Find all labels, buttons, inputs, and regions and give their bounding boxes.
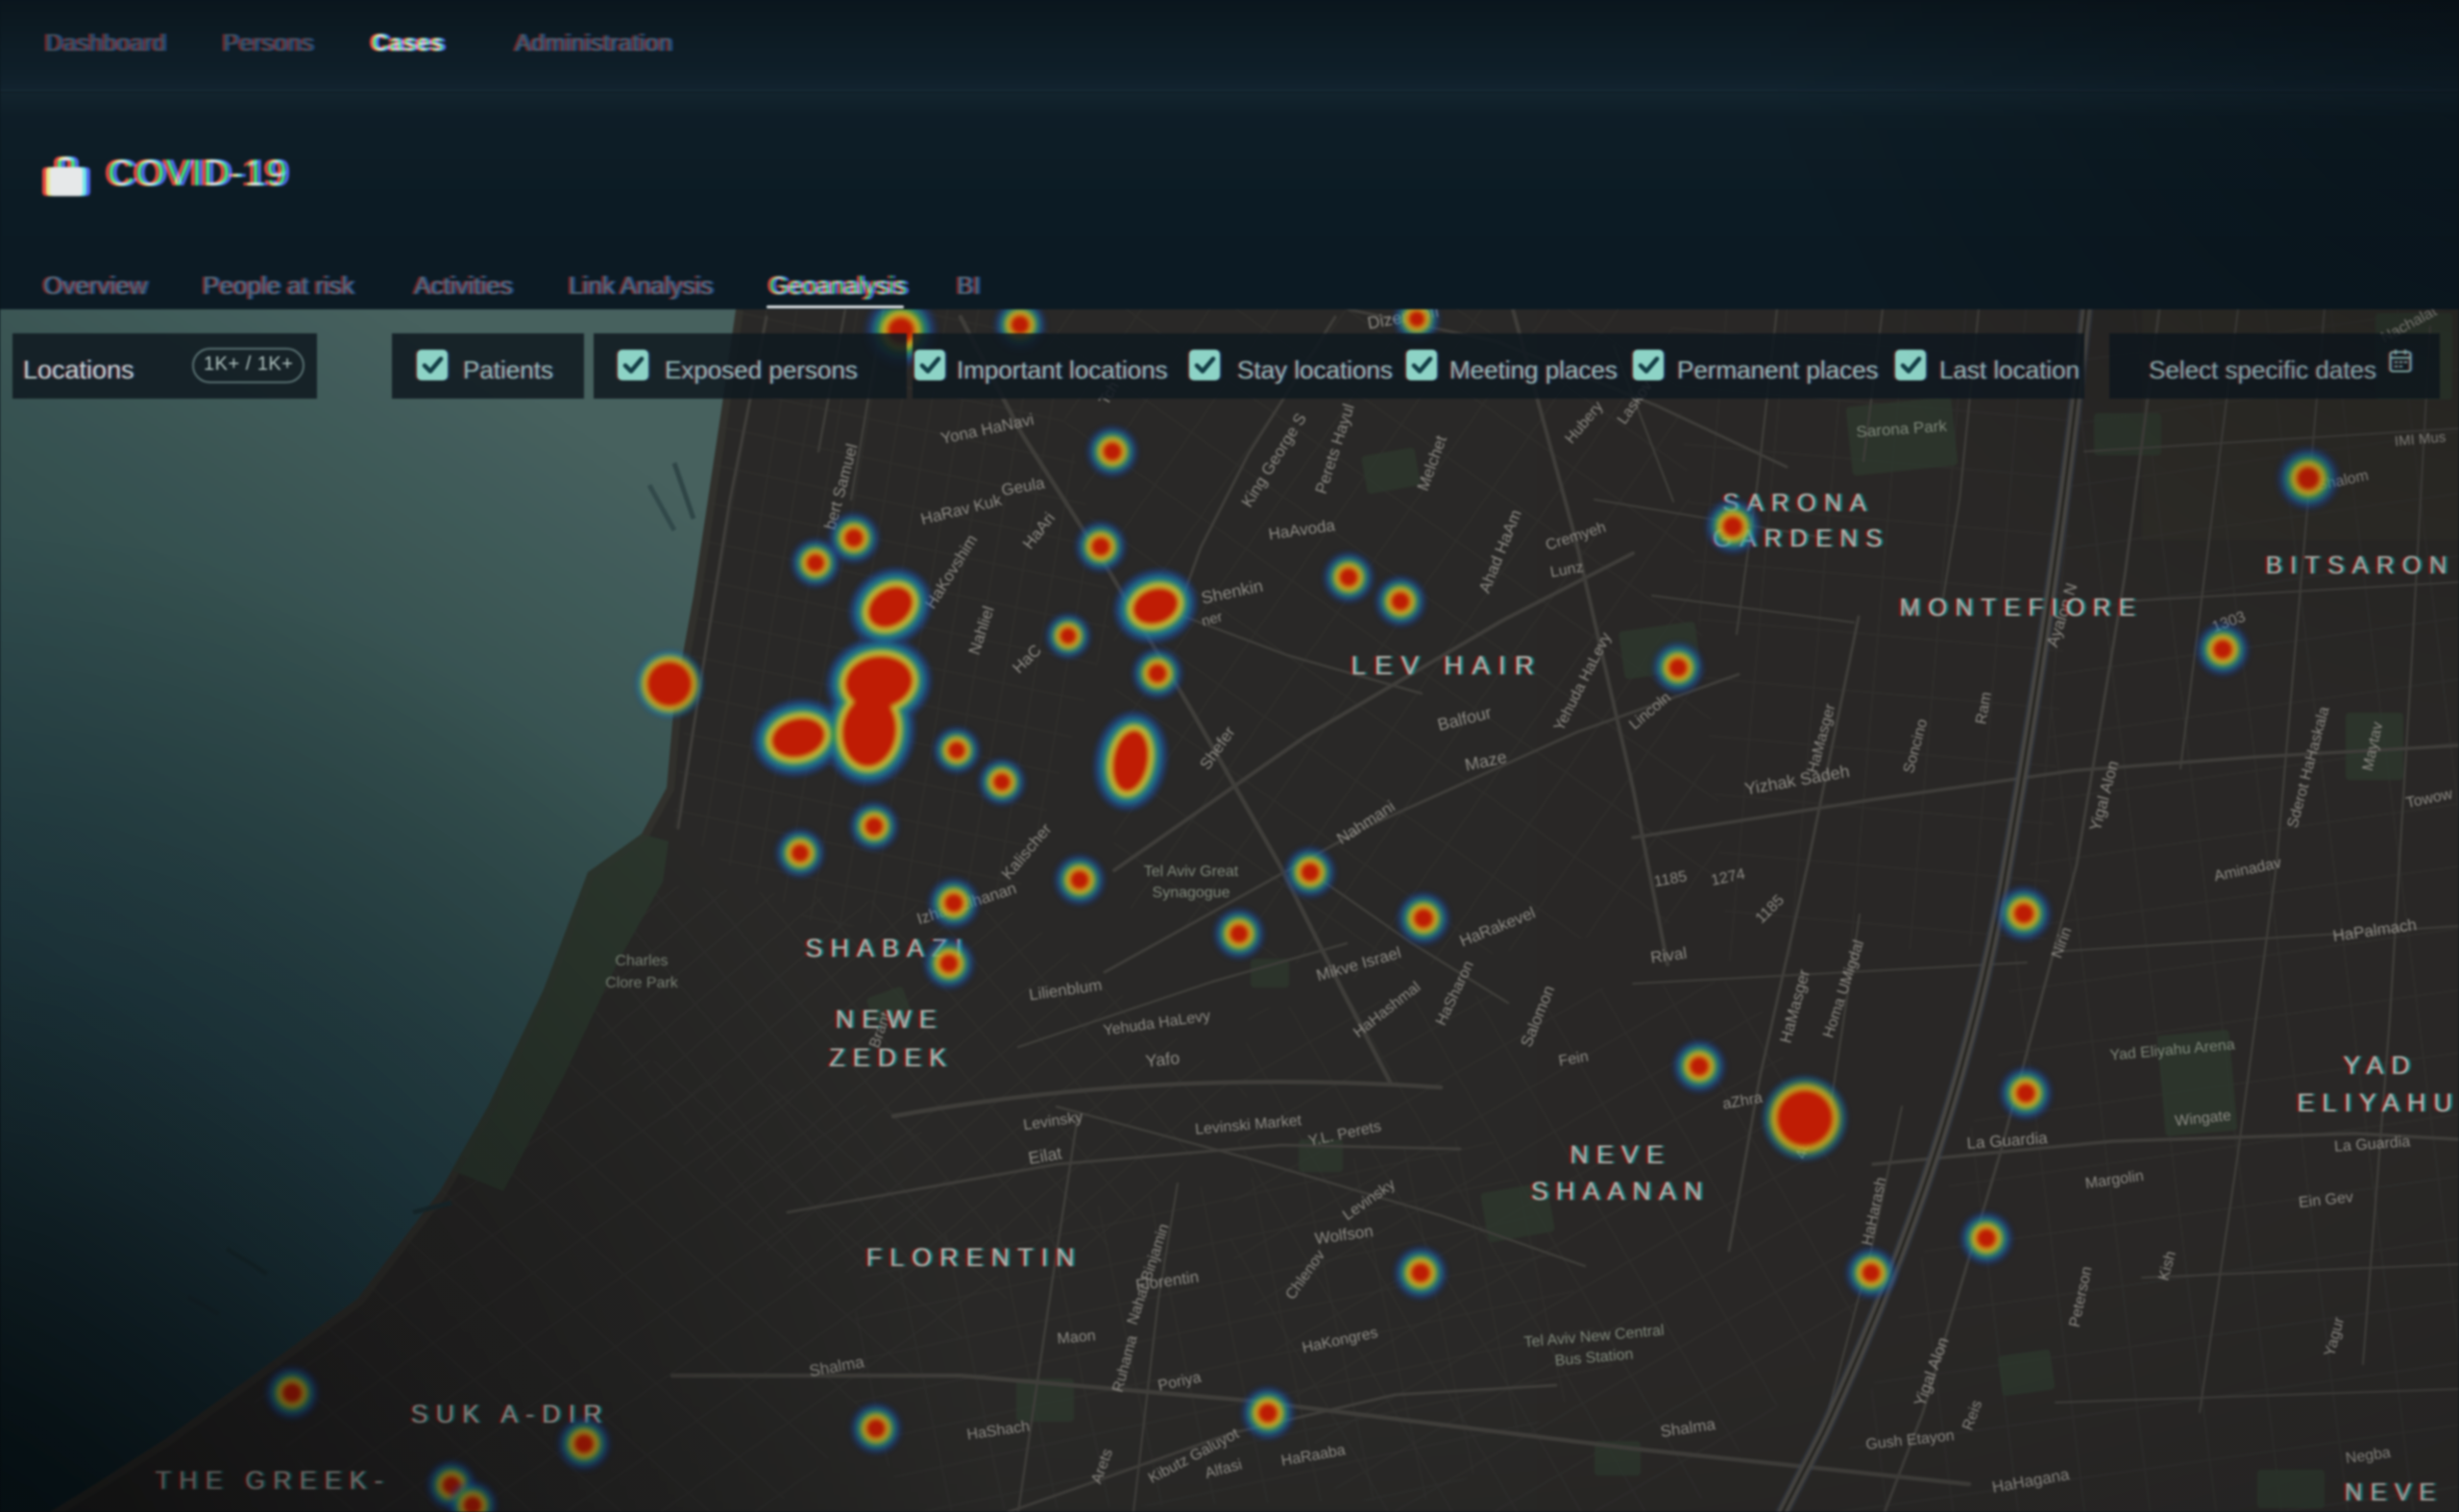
svg-text:LEV HAIR: LEV HAIR [1351,650,1543,680]
svg-text:NEVE: NEVE [1570,1140,1671,1169]
svg-text:SHAANAN: SHAANAN [1531,1177,1711,1206]
svg-text:Charles: Charles [615,953,668,969]
svg-text:THE GREEK-: THE GREEK- [155,1466,390,1495]
svg-text:BITSARON: BITSARON [2266,550,2455,579]
svg-text:NEVE: NEVE [2345,1477,2444,1506]
svg-text:NEWE: NEWE [836,1005,944,1034]
svg-text:Clore Park: Clore Park [605,975,679,991]
svg-text:FLORENTIN: FLORENTIN [865,1243,1082,1272]
svg-text:Tel Aviv Great: Tel Aviv Great [1144,864,1239,880]
svg-text:YAD: YAD [2343,1051,2418,1080]
svg-text:ELIYAHU: ELIYAHU [2297,1088,2459,1117]
svg-text:Yafo: Yafo [1145,1048,1181,1071]
svg-text:ZEDEK: ZEDEK [829,1043,954,1072]
svg-text:MONTEFIORE: MONTEFIORE [1899,593,2142,622]
svg-text:Maon: Maon [1057,1328,1096,1347]
svg-text:Synagogue: Synagogue [1153,885,1230,901]
